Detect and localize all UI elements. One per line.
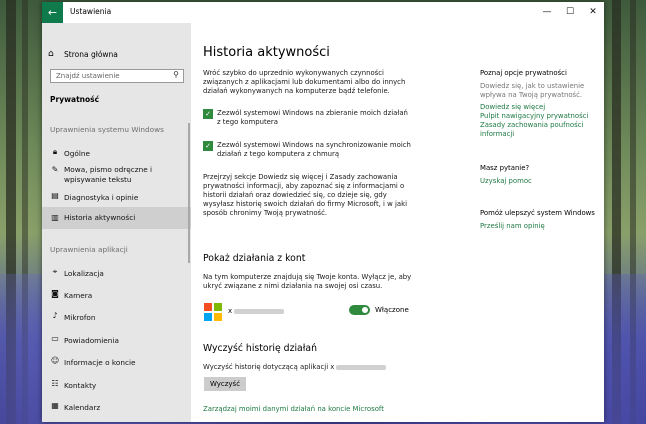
sidebar-item-contacts[interactable]: ☷ Kontakty: [42, 379, 191, 393]
privacy-statement-link[interactable]: Zasady zachowania poufności informacji: [480, 121, 590, 139]
redacted-email: [234, 308, 285, 314]
page-title: Historia aktywności: [203, 45, 330, 60]
toggle-state-label: Włączone: [375, 306, 409, 314]
clear-history-heading: Wyczyść historię działań: [203, 343, 317, 354]
history-icon: ▥: [51, 213, 59, 222]
search-input[interactable]: Znajdź ustawienie ⚲: [50, 69, 184, 83]
question-heading: Masz pytanie?: [480, 164, 530, 172]
show-accounts-desc: Na tym komputerze znajdują się Twoje kon…: [203, 273, 412, 290]
sidebar-home-label: Strona główna: [64, 50, 118, 59]
redacted-email: [336, 364, 387, 370]
sidebar-item-activity-history[interactable]: ▥ Historia aktywności: [42, 207, 191, 229]
sidebar-item-diagnostics[interactable]: ▤ Diagnostyka i opinie: [42, 191, 191, 205]
settings-window: ← Ustawienia — ☐ ✕ ⌂ Strona główna Znajd…: [42, 2, 604, 422]
account-info-icon: ☺: [50, 356, 60, 365]
title-bar: ← Ustawienia — ☐ ✕: [42, 2, 604, 23]
checkmark-icon: ✓: [205, 142, 211, 150]
sidebar-item-speech[interactable]: ✎ Mowa, pismo odręczne i wpisywanie teks…: [42, 165, 191, 185]
contacts-icon: ☷: [51, 379, 59, 388]
sidebar-item-account-info[interactable]: ☺ Informacje o koncie: [42, 356, 191, 370]
section-windows-permissions: Uprawnienia systemu Windows: [50, 125, 164, 134]
microsoft-logo-icon: [204, 303, 222, 321]
sidebar-item-camera[interactable]: ◙ Kamera: [42, 289, 191, 303]
camera-icon: ◙: [51, 289, 59, 298]
calendar-icon: ▦: [51, 401, 59, 410]
microphone-icon: ♪: [52, 311, 58, 320]
search-icon[interactable]: ⚲: [173, 70, 179, 79]
back-button[interactable]: ←: [42, 2, 63, 23]
intro-text: Wróć szybko do uprzednio wykonywanych cz…: [203, 69, 406, 95]
privacy-note: Przejrzyj sekcje Dowiedz się więcej i Za…: [203, 173, 408, 217]
pen-icon: ✎: [51, 165, 59, 174]
home-icon: ⌂: [48, 49, 54, 59]
privacy-dashboard-link[interactable]: Pulpit nawigacyjny prywatności: [480, 112, 588, 121]
location-icon: ⌖: [52, 267, 58, 276]
account-toggle[interactable]: [349, 305, 370, 315]
sidebar-item-location[interactable]: ⌖ Lokalizacja: [42, 267, 191, 281]
sync-activity-checkbox[interactable]: ✓: [203, 141, 213, 151]
get-help-link[interactable]: Uzyskaj pomoc: [480, 177, 532, 186]
maximize-button[interactable]: ☐: [559, 2, 581, 23]
checkmark-icon: ✓: [205, 110, 211, 118]
collect-activity-label: Zezwól systemowi Windows na zbieranie mo…: [217, 109, 408, 126]
improve-windows-heading: Pomóż ulepszyć system Windows: [480, 209, 595, 217]
privacy-options-text: Dowiedz się, jak to ustawienie wpływa na…: [480, 82, 585, 99]
arrow-left-icon: ←: [47, 6, 58, 19]
search-placeholder: Znajdź ustawienie: [56, 72, 120, 80]
lock-icon: 🔒︎: [52, 147, 58, 156]
sync-activity-label: Zezwól systemowi Windows na synchronizow…: [217, 141, 411, 158]
minimize-button[interactable]: —: [536, 2, 558, 23]
feedback-link[interactable]: Prześlij nam opinię: [480, 222, 545, 231]
feedback-icon: ▤: [51, 191, 59, 200]
close-button[interactable]: ✕: [582, 2, 604, 23]
sidebar-item-microphone[interactable]: ♪ Mikrofon: [42, 311, 191, 325]
sidebar-scrollbar[interactable]: [188, 123, 190, 263]
window-title: Ustawienia: [70, 7, 112, 16]
account-name: x: [228, 307, 285, 315]
sidebar-item-notifications[interactable]: ▭ Powiadomienia: [42, 334, 191, 348]
sidebar-item-calendar[interactable]: ▦ Kalendarz: [42, 401, 191, 415]
clear-history-desc: Wyczyść historię dotyczącą aplikacji x: [203, 363, 387, 372]
current-category: Prywatność: [50, 95, 100, 104]
manage-data-link[interactable]: Zarządzaj moimi danymi działań na koncie…: [203, 405, 384, 413]
sidebar: ⌂ Strona główna Znajdź ustawienie ⚲ Pryw…: [42, 23, 191, 422]
sidebar-item-general[interactable]: 🔒︎ Ogólne: [42, 147, 191, 161]
learn-more-link[interactable]: Dowiedz się więcej: [480, 103, 545, 112]
clear-button[interactable]: Wyczyść: [204, 377, 246, 391]
notifications-icon: ▭: [51, 334, 59, 343]
privacy-options-heading: Poznaj opcje prywatności: [480, 69, 567, 77]
collect-activity-checkbox[interactable]: ✓: [203, 109, 213, 119]
main-content: Historia aktywności Wróć szybko do uprze…: [191, 23, 604, 422]
show-accounts-heading: Pokaż działania z kont: [203, 253, 306, 264]
section-app-permissions: Uprawnienia aplikacji: [50, 245, 128, 254]
